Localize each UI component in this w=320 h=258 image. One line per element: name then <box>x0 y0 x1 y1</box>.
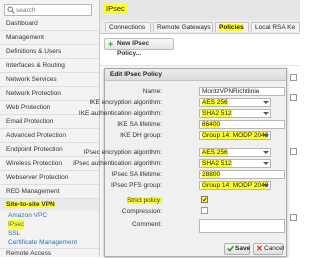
ipsec-sa-lifetime-field[interactable]: 28800 <box>199 170 285 179</box>
ipsec-sa-lifetime-value: 28800 <box>202 171 221 178</box>
name-field[interactable]: MoritzVPNRichtlinie <box>199 87 285 96</box>
ipsec-pfs-group-value: Group 14: MODP 2048 <box>202 182 269 189</box>
nav-item-management[interactable]: Management <box>0 31 99 45</box>
tab-remote-gateways[interactable]: Remote Gateways <box>153 22 213 32</box>
edit-ipsec-policy-dialog: Edit IPsec Policy Name: MoritzVPNRichtli… <box>73 68 287 257</box>
ipsec-pfs-group-select[interactable]: Group 14: MODP 2048 <box>199 181 271 190</box>
ike-sa-lifetime-value: 86400 <box>202 121 221 128</box>
ike-sa-lifetime-label: IKE SA lifetime: <box>117 121 162 128</box>
ike-dh-group-select[interactable]: Group 14: MODP 2048 <box>199 131 271 140</box>
nav-item-network-protection[interactable]: Network Protection <box>0 87 99 101</box>
ipsec-sa-lifetime-label: IPsec SA lifetime: <box>111 171 162 178</box>
nav-item-red-management[interactable]: RED Management <box>0 185 99 199</box>
tab-local-rsa-key[interactable]: Local RSA Ke <box>251 22 300 32</box>
plus-icon: + <box>108 39 114 49</box>
ipsec-encryption-select[interactable]: AES 256 <box>199 148 271 157</box>
chevron-down-icon <box>263 151 269 154</box>
ike-encryption-select[interactable]: AES 256 <box>199 98 271 107</box>
nav-section-label: Site-to-site VPN <box>6 201 55 208</box>
ipsec-authentication-label: IPsec authentication algorithm: <box>73 160 162 167</box>
chevron-down-icon <box>263 184 269 187</box>
nav-subitem-ipsec[interactable]: IPsec <box>8 220 25 229</box>
new-ipsec-policy-button[interactable]: + New IPsec Policy... <box>104 38 174 57</box>
cancel-button[interactable]: ✕ Cancel <box>253 243 285 255</box>
name-label: Name: <box>142 88 162 95</box>
chevron-down-icon <box>263 134 269 137</box>
nav-item-network-services[interactable]: Network Services <box>0 73 99 87</box>
strict-policy-label: Strict policy: <box>126 197 162 204</box>
ike-encryption-value: AES 256 <box>202 99 228 106</box>
ipsec-pfs-group-label: IPsec PFS group: <box>111 182 162 189</box>
close-icon: ✕ <box>256 244 263 253</box>
row-checkbox[interactable] <box>290 214 297 221</box>
ike-sa-lifetime-field[interactable]: 86400 <box>199 120 285 129</box>
comment-field[interactable] <box>199 219 285 233</box>
comment-label: Comment: <box>132 221 162 228</box>
compression-label: Compression: <box>121 208 162 215</box>
checkmark-icon <box>202 197 207 202</box>
page-title: IPsec <box>104 3 127 14</box>
nav-subitem-certificate-management[interactable]: Certificate Management <box>8 238 77 247</box>
ike-authentication-label: IKE authentication algorithm: <box>78 110 162 117</box>
row-checkbox[interactable] <box>290 148 297 155</box>
tab-connections[interactable]: Connections <box>105 22 151 32</box>
save-label: Save <box>235 245 251 252</box>
nav-item-remote-access[interactable]: Remote Access <box>0 248 99 257</box>
nav-item-email-protection[interactable]: Email Protection <box>0 115 99 129</box>
ike-authentication-value: SHA2 512 <box>202 110 232 117</box>
ike-encryption-label: IKE encryption algorithm: <box>89 99 162 106</box>
row-checkbox[interactable] <box>290 94 297 101</box>
nav-subitem-ssl[interactable]: SSL <box>8 229 20 238</box>
search-box[interactable] <box>4 4 92 16</box>
compression-checkbox[interactable] <box>201 207 208 214</box>
nav-item-webserver-protection[interactable]: Webserver Protection <box>0 171 99 185</box>
new-ipsec-policy-label: New IPsec Policy... <box>117 40 150 57</box>
search-icon <box>7 6 15 14</box>
nav-item-dashboard[interactable]: Dashboard <box>0 17 99 31</box>
nav-item-interfaces-routing[interactable]: Interfaces & Routing <box>0 59 99 73</box>
chevron-down-icon <box>263 112 269 115</box>
ipsec-authentication-value: SHA2 512 <box>202 160 232 167</box>
nav-section-site-to-site-vpn[interactable]: Site-to-site VPN <box>0 199 99 211</box>
strict-policy-label-text: Strict policy: <box>126 197 162 204</box>
ike-dh-group-label: IKE DH group: <box>120 132 162 139</box>
ike-authentication-select[interactable]: SHA2 512 <box>199 109 271 118</box>
chevron-down-icon <box>263 101 269 104</box>
page-header: IPsec <box>100 0 300 21</box>
nav-item-definitions-users[interactable]: Definitions & Users <box>0 45 99 59</box>
strict-policy-checkbox[interactable] <box>201 196 208 203</box>
ike-dh-group-value: Group 14: MODP 2048 <box>202 132 269 139</box>
nav-item-advanced-protection[interactable]: Advanced Protection <box>0 129 99 143</box>
ipsec-encryption-label: IPsec encryption algorithm: <box>83 149 162 156</box>
sidebar: Dashboard Management Definitions & Users… <box>0 0 100 257</box>
row-checkbox[interactable] <box>290 74 297 81</box>
save-button[interactable]: Save <box>224 243 250 255</box>
tab-bar: Connections Remote Gateways Policies Loc… <box>100 20 300 34</box>
tab-policies-label: Policies <box>219 24 244 31</box>
cancel-label: Cancel <box>264 245 285 252</box>
chevron-down-icon <box>263 162 269 165</box>
nav-subitem-amazon-vpc[interactable]: Amazon VPC <box>8 211 47 220</box>
ipsec-encryption-value: AES 256 <box>202 149 228 156</box>
check-icon <box>227 245 234 252</box>
tab-policies[interactable]: Policies <box>215 22 249 32</box>
dialog-title: Edit IPsec Policy <box>105 69 286 81</box>
search-input[interactable] <box>16 5 90 15</box>
list-row <box>100 56 300 66</box>
ipsec-authentication-select[interactable]: SHA2 512 <box>199 159 271 168</box>
